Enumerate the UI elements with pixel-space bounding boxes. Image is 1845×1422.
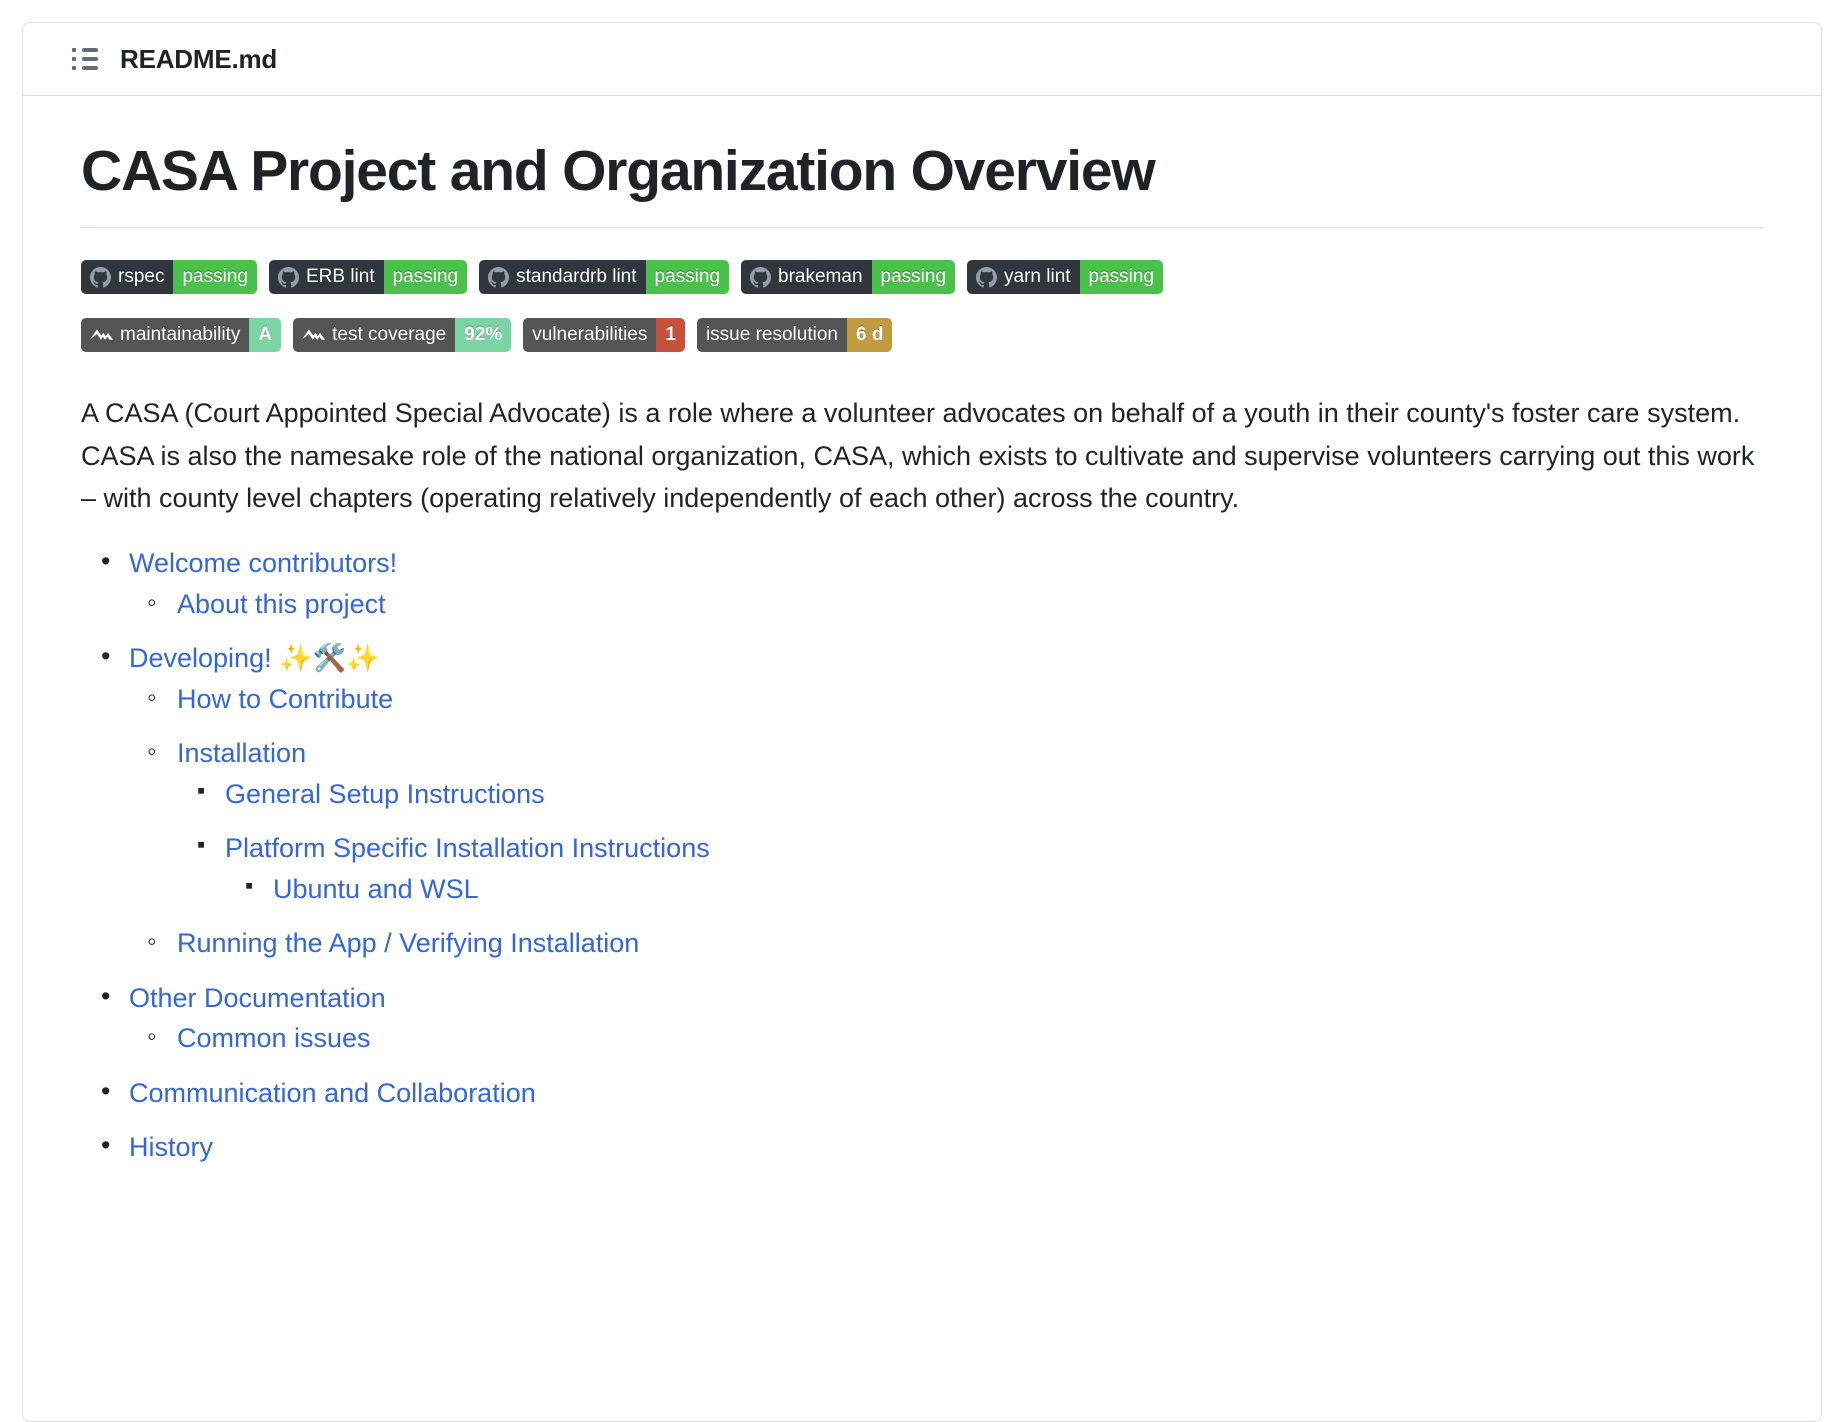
toc-link[interactable]: Communication and Collaboration	[129, 1078, 536, 1108]
github-mark-icon	[976, 266, 998, 288]
list-item: How to Contribute	[147, 677, 1763, 720]
badge-label-text: test coverage	[332, 324, 447, 346]
list-icon-dot	[72, 57, 76, 61]
intro-paragraph: A CASA (Court Appointed Special Advocate…	[81, 398, 1755, 513]
toc-link[interactable]: Welcome contributors!	[129, 548, 397, 578]
toc-link[interactable]: Developing! ✨🛠️✨	[129, 643, 380, 673]
list-icon-line	[82, 48, 98, 52]
badge-label-text: brakeman	[778, 266, 863, 288]
list-icon-row	[72, 57, 98, 61]
badge-label-text: maintainability	[120, 324, 241, 346]
code-climate-icon	[90, 329, 113, 341]
toc-sublist: Common issues	[129, 1016, 1763, 1059]
badge-value: passing	[173, 260, 257, 295]
table-of-contents: Welcome contributors! About this project D…	[81, 541, 1763, 1168]
readme-file-card: README.md CASA Project and Organization …	[22, 22, 1822, 1422]
toc-link[interactable]: Running the App / Verifying Installation	[177, 928, 639, 958]
toc-sublist: Ubuntu and WSL	[225, 868, 1763, 910]
list-item: Running the App / Verifying Installation	[147, 921, 1763, 964]
toc-link[interactable]: Ubuntu and WSL	[273, 874, 479, 904]
toc-link[interactable]: Platform Specific Installation Instructi…	[225, 833, 710, 863]
toc-link[interactable]: General Setup Instructions	[225, 779, 545, 809]
status-badge[interactable]: yarn lint passing	[967, 260, 1164, 295]
list-item: General Setup Instructions	[197, 773, 1763, 815]
badge-label-text: ERB lint	[305, 266, 375, 288]
badge-label-text: standardrb lint	[516, 266, 637, 288]
badge-label-text: yarn lint	[1004, 266, 1071, 288]
list-item: Ubuntu and WSL	[245, 868, 1763, 910]
badge-value: 92%	[455, 318, 512, 353]
list-icon-line	[82, 57, 98, 61]
badge-value: passing	[383, 260, 468, 295]
badge-label-text: vulnerabilities	[532, 324, 648, 346]
list-item: History	[101, 1125, 1763, 1168]
badge-label-text: rspec	[118, 266, 165, 288]
list-item: Developing! ✨🛠️✨ How to Contribute Install…	[101, 636, 1763, 964]
badge-label: yarn lint	[967, 260, 1080, 295]
list-icon-dot	[72, 48, 76, 52]
file-header: README.md	[23, 23, 1821, 96]
code-climate-icon	[302, 329, 326, 341]
badge-value: passing	[871, 260, 956, 295]
list-icon-line	[82, 66, 98, 70]
badge-value: 1	[656, 318, 685, 353]
github-mark-icon	[277, 266, 299, 288]
status-badge[interactable]: brakeman passing	[741, 260, 956, 295]
badge-label: ERB lint	[268, 260, 384, 295]
badge-label: standardrb lint	[479, 260, 646, 295]
github-mark-icon	[750, 266, 772, 288]
toc-link[interactable]: Other Documentation	[129, 983, 386, 1013]
status-badge[interactable]: issue resolution 6 d	[696, 318, 893, 353]
toc-link[interactable]: How to Contribute	[177, 684, 393, 714]
badge-label: issue resolution	[696, 318, 847, 353]
list-item: Installation General Setup Instructions Pl…	[147, 731, 1763, 910]
toc-sublist: General Setup Instructions Platform Speci…	[177, 773, 1763, 910]
quality-badge-row: maintainability Atest coverage 92% vulnerab…	[81, 318, 1763, 353]
badge-label: brakeman	[741, 260, 872, 295]
badge-label-text: issue resolution	[705, 324, 838, 346]
badge-label: rspec	[81, 260, 174, 295]
toc-sublist: About this project	[129, 582, 1763, 625]
toc-link[interactable]: History	[129, 1132, 213, 1162]
badge-label: test coverage	[293, 318, 456, 353]
list-item: Communication and Collaboration	[101, 1071, 1763, 1114]
badge-value: 6 d	[846, 318, 893, 353]
list-icon-row	[72, 48, 98, 52]
ci-badge-row: rspec passing ERB lint passing standardrb li…	[81, 260, 1763, 295]
toc-link[interactable]: Common issues	[177, 1023, 371, 1053]
status-badge[interactable]: maintainability A	[81, 318, 282, 353]
badge-label: maintainability	[81, 318, 250, 353]
github-mark-icon	[90, 266, 111, 288]
bulleted-list-icon[interactable]	[72, 46, 98, 72]
page-title: CASA Project and Organization Overview	[81, 136, 1763, 229]
list-icon-dot	[72, 66, 76, 70]
badge-label: vulnerabilities	[523, 318, 657, 353]
file-content: CASA Project and Organization Overview r…	[23, 96, 1821, 1222]
badge-value: passing	[645, 260, 730, 295]
list-item: About this project	[147, 582, 1763, 625]
status-badge[interactable]: rspec passing	[81, 260, 257, 295]
list-item: Welcome contributors! About this project	[101, 541, 1763, 625]
list-icon-row	[72, 66, 98, 70]
badge-value: A	[249, 318, 282, 353]
list-item: Other Documentation Common issues	[101, 976, 1763, 1059]
status-badge[interactable]: standardrb lint passing	[479, 260, 730, 295]
list-item: Common issues	[147, 1016, 1763, 1059]
file-name: README.md	[120, 43, 278, 74]
list-item: Platform Specific Installation Instructi…	[197, 827, 1763, 910]
status-badge[interactable]: ERB lint passing	[268, 260, 468, 295]
toc-sublist: How to Contribute Installation General Set…	[129, 677, 1763, 964]
toc-link[interactable]: About this project	[177, 589, 386, 619]
github-mark-icon	[488, 266, 510, 288]
badge-value: passing	[1079, 260, 1164, 295]
status-badge[interactable]: vulnerabilities 1	[523, 318, 685, 353]
toc-link[interactable]: Installation	[177, 738, 306, 768]
status-badge[interactable]: test coverage 92%	[293, 318, 512, 353]
